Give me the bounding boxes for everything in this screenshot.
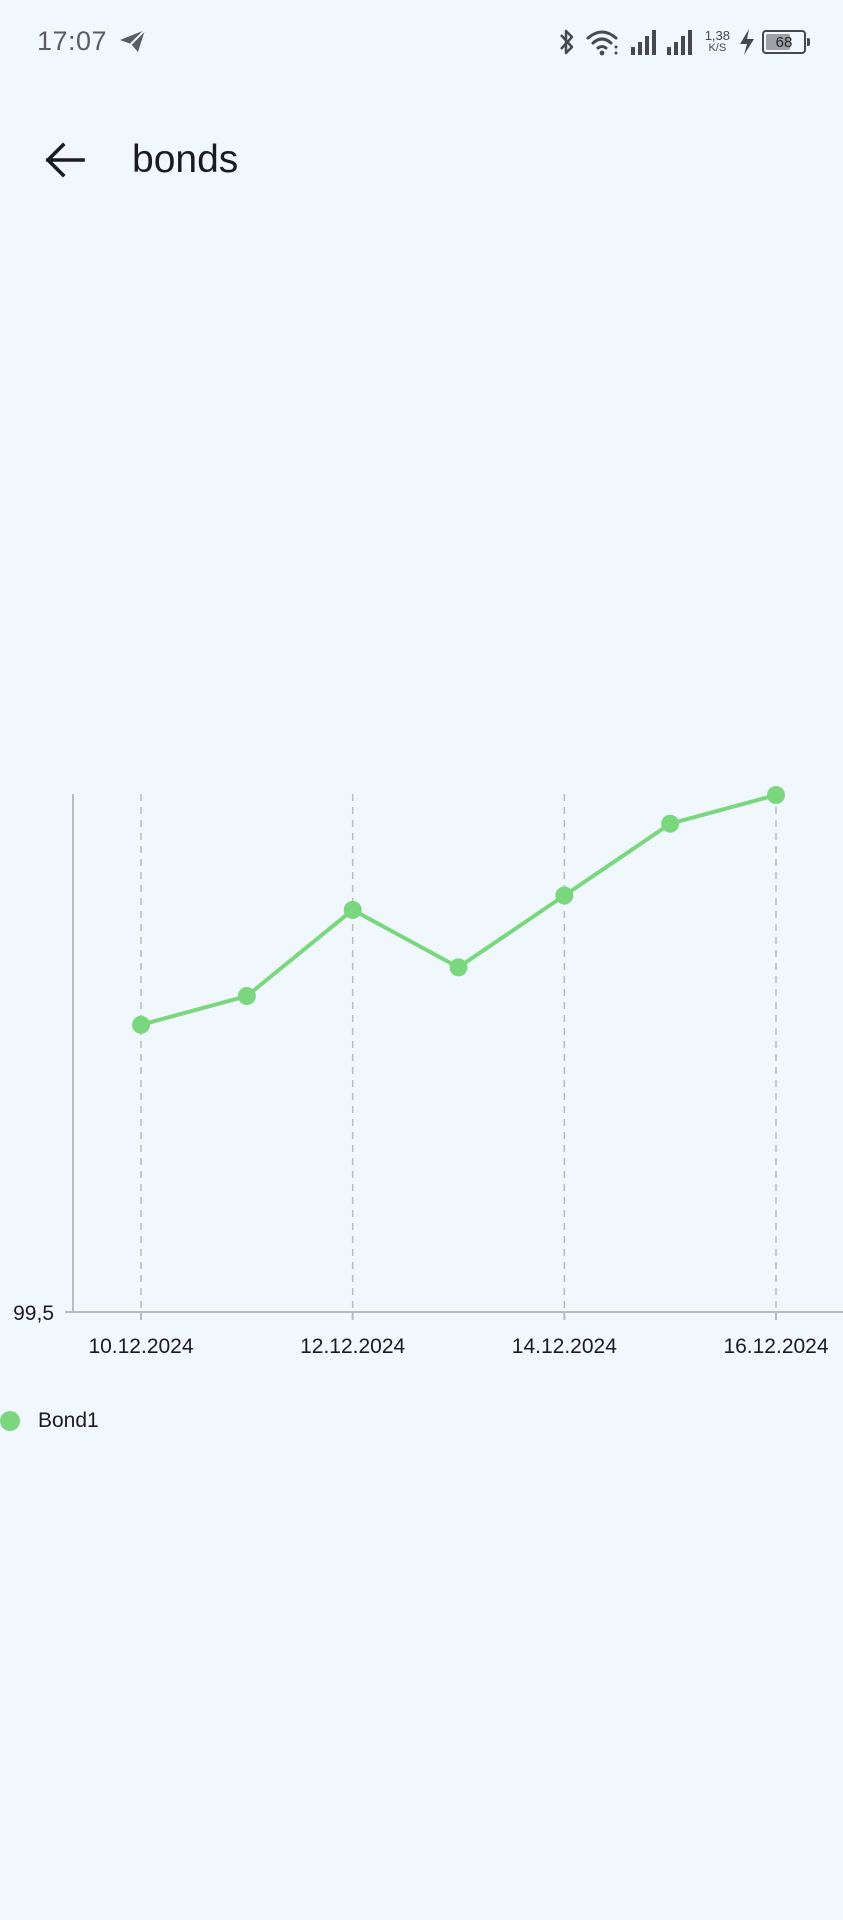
chart-grid xyxy=(65,794,777,1320)
series-line-bond1 xyxy=(139,793,778,1027)
data-point-bond1[interactable] xyxy=(343,900,362,919)
status-icons: 1,38 K/S 68 xyxy=(549,24,810,60)
bluetooth-icon xyxy=(559,29,573,55)
legend-swatch-bond1 xyxy=(0,1411,20,1431)
network-speed-unit: K/S xyxy=(708,42,727,54)
chart-axes xyxy=(72,794,843,1313)
chart-series xyxy=(132,786,785,1034)
signal-icon xyxy=(666,30,692,55)
status-time: 17:07 xyxy=(37,26,108,56)
signal-icon xyxy=(630,30,656,55)
network-speed-value: 1,38 xyxy=(704,28,730,43)
x-tick-label: 14.12.2024 xyxy=(512,1335,617,1358)
data-point-bond1[interactable] xyxy=(661,814,680,833)
status-bar: 17:07 1,38 K/S 68 xyxy=(0,0,843,86)
x-tick-label: 10.12.2024 xyxy=(88,1335,193,1358)
chart-legend: Bond1 xyxy=(0,1404,99,1438)
page-title: bonds xyxy=(132,138,239,181)
line-chart: 10.12.2024 12.12.2024 14.12.2024 16.12.2024… xyxy=(13,786,843,1358)
network-speed: 1,38 K/S xyxy=(705,29,730,55)
battery-icon: 68 xyxy=(762,30,810,54)
x-tick-label: 12.12.2024 xyxy=(300,1335,405,1358)
battery-level: 68 xyxy=(775,33,793,51)
data-point-bond1[interactable] xyxy=(449,958,468,977)
chart-tick-labels: 10.12.2024 12.12.2024 14.12.2024 16.12.2024… xyxy=(13,1302,829,1358)
legend-label-bond1: Bond1 xyxy=(38,1409,99,1432)
top-app-bar: bonds xyxy=(0,100,843,220)
back-button[interactable] xyxy=(26,123,104,197)
data-point-bond1[interactable] xyxy=(132,1015,150,1034)
telegram-send-icon xyxy=(120,29,146,52)
x-tick-label: 16.12.2024 xyxy=(723,1335,828,1358)
wifi-icon xyxy=(586,30,618,56)
data-point-bond1[interactable] xyxy=(237,987,256,1006)
y-tick-label: 99,5 xyxy=(13,1302,54,1325)
charging-bolt-icon xyxy=(740,29,754,55)
arrow-left-icon xyxy=(45,142,85,178)
data-point-bond1[interactable] xyxy=(555,886,574,905)
data-point-bond1[interactable] xyxy=(767,786,785,804)
